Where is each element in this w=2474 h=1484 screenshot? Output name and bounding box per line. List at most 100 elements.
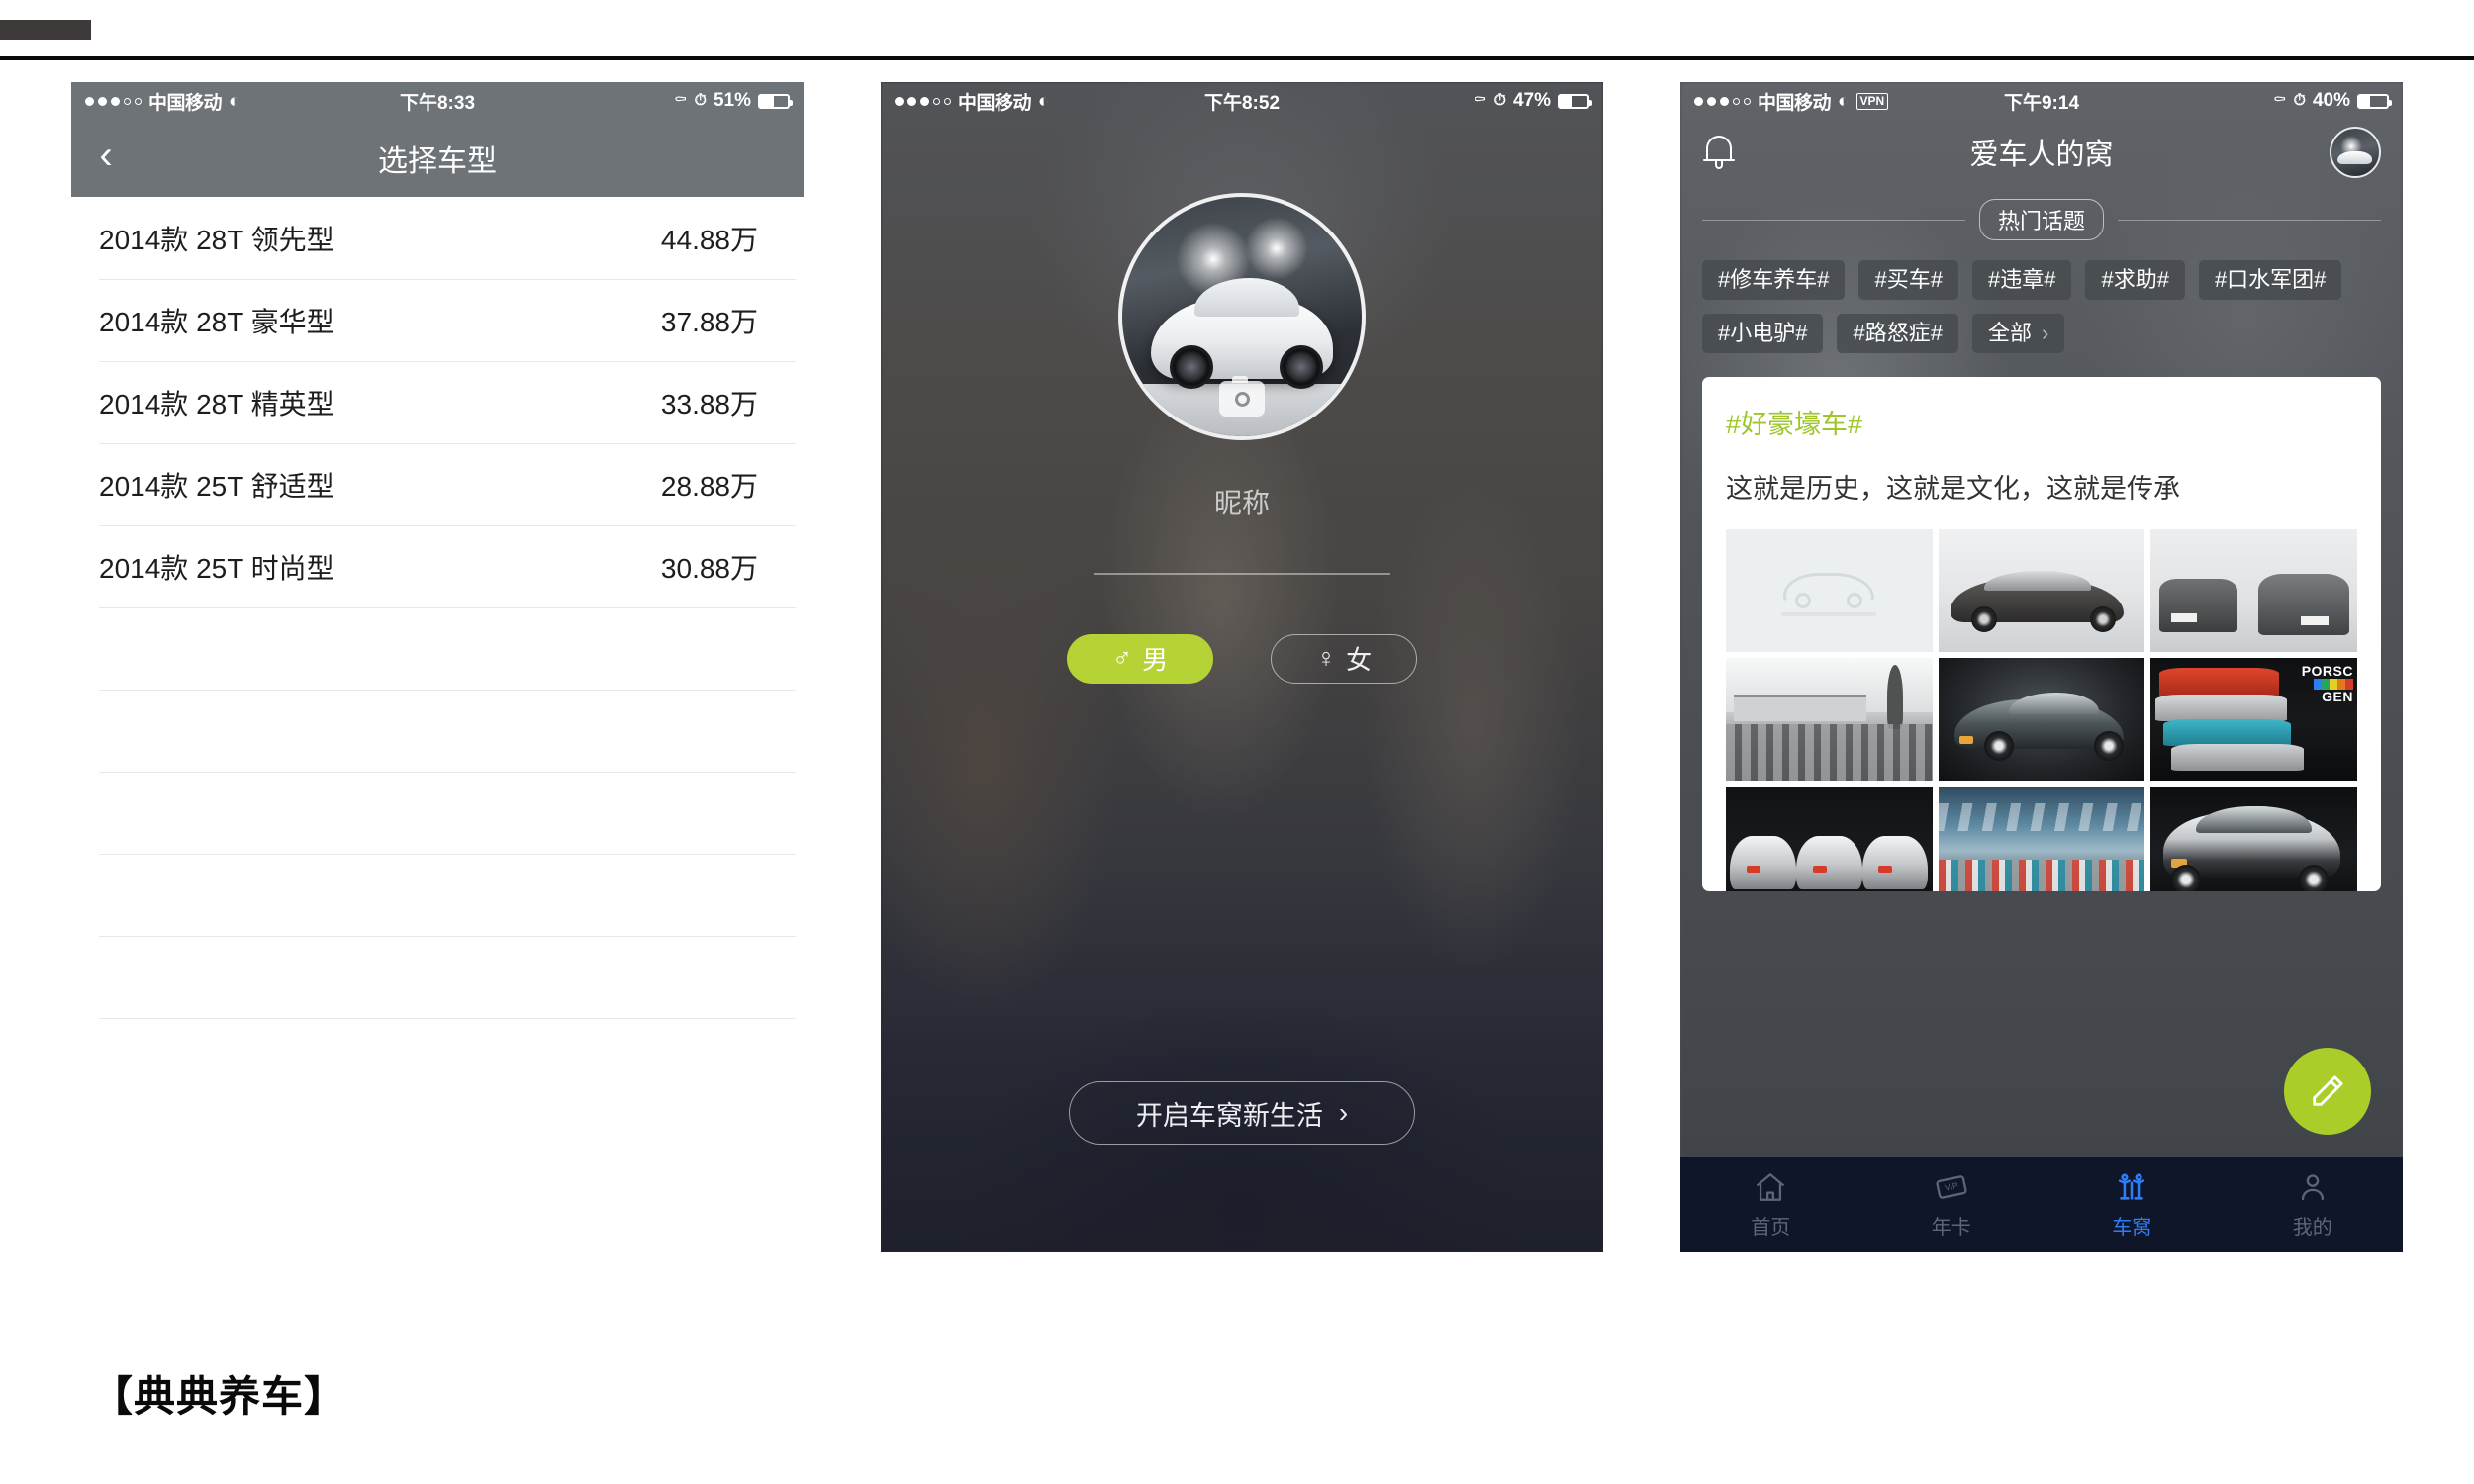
topic-tag-label: #路怒症# [1853,321,1943,345]
tab-vip-card[interactable]: VIP 年卡 [1861,1157,2043,1252]
status-left: 中国移动 ◐ VPN [1694,88,1889,115]
carrier-label: 中国移动 [958,92,1032,114]
post-topic[interactable]: #好豪壕车# [1726,403,2357,441]
table-row-empty [71,690,804,772]
gender-male-button[interactable]: ♂ 男 [1067,633,1213,684]
avatar-car-wheel [1280,344,1324,389]
table-row-empty [71,854,804,936]
wifi-icon: ◐ [1038,90,1050,112]
status-left: 中国移动 ◐ [85,88,240,115]
tab-community-people[interactable]: 车窝 [2042,1157,2223,1252]
footer-caption: 【典典养车】 [91,1372,347,1421]
post-text: 这就是历史，这就是文化，这就是传承 [1726,474,2180,504]
watermark-line-1: PORSC [2301,663,2353,679]
topic-tag[interactable]: #修车养车# [1702,260,1846,300]
battery-percent: 51% [713,90,751,111]
model-list: 2014款 28T 领先型 44.88万 2014款 28T 豪华型 37.88万 20… [71,197,804,1100]
avatar-car-wheel [1170,344,1214,389]
avatar-upload[interactable] [1118,193,1366,440]
vip-card-icon: VIP [1935,1169,1968,1205]
divider-left [1702,219,1965,221]
battery-icon [1558,93,1592,109]
signal-dots-icon [895,96,951,106]
topic-tag[interactable]: #买车# [1858,260,1958,300]
start-new-life-button[interactable]: 开启车窝新生活 › [1069,1081,1415,1145]
alarm-icon: ⏱ [2293,92,2306,109]
post-image-lineup-sky[interactable] [1938,787,2145,891]
tab-label: 年卡 [1931,1216,1971,1239]
post-image-vintage-lot[interactable] [1726,658,1933,781]
topic-tag[interactable]: #违章# [1971,260,2072,300]
compose-pencil-icon[interactable] [2284,1048,2371,1135]
wifi-icon: ◐ [1838,90,1850,112]
gender-female-button[interactable]: ♀ 女 [1271,633,1417,684]
tab-home[interactable]: 首页 [1680,1157,1861,1252]
camera-icon[interactable] [1219,376,1265,417]
status-bar: 中国移动 ◐ VPN 下午9:14 ⚰ ⏱ 40% [1680,82,2403,120]
phone-screen-select-model: 中国移动 ◐ 下午8:33 ⚰ ⏱ 51% ‹ 选择车型 2014款 28T 领… [71,82,804,1252]
battery-percent: 40% [2312,90,2350,111]
tab-label: 我的 [2292,1216,2332,1239]
topic-tag-label: #买车# [1874,267,1943,292]
rotation-lock-icon: ⚰ [673,92,688,109]
battery-icon [758,93,793,109]
tab-person[interactable]: 我的 [2223,1157,2404,1252]
table-row-empty [71,1018,804,1100]
community-people-icon [2115,1169,2148,1205]
image-placeholder[interactable] [1726,529,1933,652]
post-image-classic-911-side[interactable] [1938,529,2145,652]
table-row[interactable]: 2014款 28T 精英型 33.88万 [71,361,804,443]
post-image-generations-stack[interactable]: PORSC GEN [2150,658,2357,781]
table-row[interactable]: 2014款 28T 豪华型 37.88万 [71,279,804,361]
topic-tag-list: #修车养车# #买车# #违章# #求助# #口水军团# #小电驴# #路怒症# 全部 › [1680,240,2403,353]
post-image-930-turbo[interactable] [1938,658,2145,781]
topic-tag[interactable]: #小电驴# [1702,314,1824,353]
status-bar: 中国移动 ◐ 下午8:52 ⚰ ⏱ 47% [881,82,1603,120]
topic-tag[interactable]: #口水军团# [2198,260,2342,300]
table-row-empty [71,772,804,854]
user-avatar[interactable] [2330,127,2381,178]
tab-label: 首页 [1751,1216,1791,1239]
topic-tag-label: #求助# [2101,267,2169,292]
vpn-badge: VPN [1856,92,1889,110]
phone-screen-community: 中国移动 ◐ VPN 下午9:14 ⚰ ⏱ 40% 爱车人的窝 热门话题 #修车… [1680,82,2403,1252]
avatar[interactable] [1118,193,1366,440]
cta-label: 开启车窝新生活 [1135,1100,1323,1131]
carrier-label: 中国移动 [1758,92,1832,114]
nickname-input[interactable]: 昵称 [881,482,1603,521]
table-row[interactable]: 2014款 25T 舒适型 28.88万 [71,443,804,525]
profile-content: 中国移动 ◐ 下午8:52 ⚰ ⏱ 47% 昵称 ♂ 男 ♀ 女 [881,82,1603,684]
model-price: 28.88万 [660,470,758,502]
signal-dots-icon [1694,96,1751,106]
topic-tag[interactable]: #路怒症# [1837,314,1958,353]
status-right: ⚰ ⏱ 47% [1473,90,1592,112]
rotation-lock-icon: ⚰ [1473,92,1487,109]
model-price: 33.88万 [660,388,758,419]
male-symbol-icon: ♂ [1111,643,1133,673]
table-row[interactable]: 2014款 28T 领先型 44.88万 [71,197,804,279]
topic-tag[interactable]: #求助# [2085,260,2185,300]
model-name: 2014款 28T 豪华型 [99,306,334,337]
car-outline-icon [1781,565,1877,616]
model-price: 37.88万 [660,306,758,337]
post-image-911-rear-pair[interactable] [2150,529,2357,652]
topic-tag-label: #修车养车# [1718,267,1830,292]
navigation-bar: ‹ 选择车型 [71,120,804,197]
post-image-996-row[interactable] [1726,787,1933,891]
status-left: 中国移动 ◐ [895,88,1050,115]
table-row-empty [71,936,804,1018]
post-image-993-turbo-rear[interactable] [2150,787,2357,891]
topic-tag-all-label: 全部 [1987,321,2032,345]
model-name: 2014款 25T 舒适型 [99,470,334,502]
topic-tag-all-button[interactable]: 全部 › [1971,314,2065,353]
rotation-lock-icon: ⚰ [2272,92,2287,109]
watermark-line-2: GEN [2322,688,2353,704]
screenshot-canvas: 中国移动 ◐ 下午8:33 ⚰ ⏱ 51% ‹ 选择车型 2014款 28T 领… [0,0,2474,1484]
navigation-bar: 爱车人的窝 [1680,120,2403,185]
post-card[interactable]: #好豪壕车# 这就是历史，这就是文化，这就是传承 PORSC GEN [1702,377,2381,891]
table-row[interactable]: 2014款 25T 时尚型 30.88万 [71,525,804,607]
hot-topics-label: 热门话题 [1979,199,2105,240]
model-name: 2014款 25T 时尚型 [99,552,334,584]
page-title: 选择车型 [378,145,497,178]
wifi-icon: ◐ [229,90,240,112]
